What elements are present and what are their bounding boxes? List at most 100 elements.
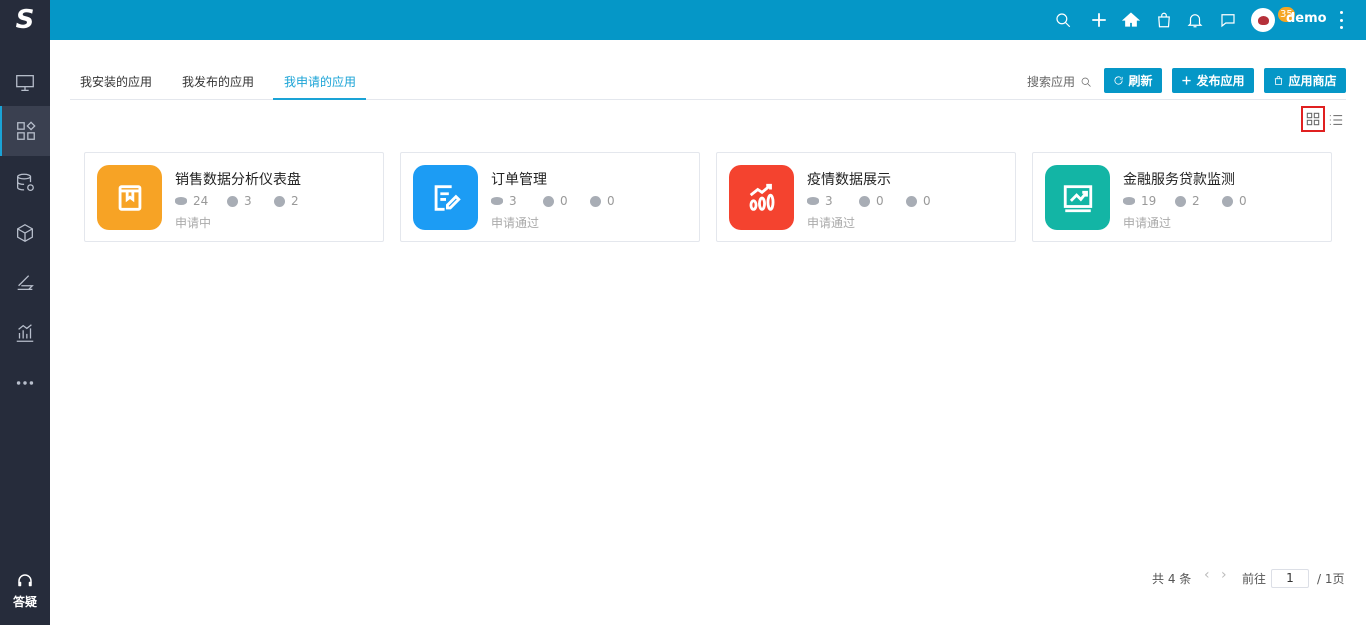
sidebar-item-database[interactable] xyxy=(0,158,50,208)
kebab-dot xyxy=(1339,11,1343,14)
notifications-button[interactable] xyxy=(1185,10,1205,30)
monitor-icon xyxy=(16,75,34,91)
trend-board-icon xyxy=(1063,184,1092,212)
views-stat: 3 xyxy=(807,194,833,208)
app-status: 申请通过 xyxy=(1123,216,1172,230)
app-card[interactable]: 金融服务贷款监测 19 2 0 申请通过 xyxy=(1032,152,1332,242)
username[interactable]: demo xyxy=(1286,11,1327,26)
search-button[interactable] xyxy=(1053,10,1073,30)
download-icon xyxy=(227,195,238,207)
comments-stat: 0 xyxy=(590,194,615,208)
app-status: 申请通过 xyxy=(807,216,856,230)
layers-icon xyxy=(17,275,34,291)
app-card[interactable]: 疫情数据展示 3 0 0 申请通过 xyxy=(716,152,1016,242)
plus-icon xyxy=(1092,13,1106,27)
sidebar-item-more[interactable] xyxy=(0,358,50,408)
views-stat: 3 xyxy=(491,194,517,208)
publish-app-label: 发布应用 xyxy=(1196,74,1245,88)
bar-chart-icon xyxy=(16,324,34,342)
more-icon xyxy=(16,381,34,385)
sidebar-item-layers[interactable] xyxy=(0,258,50,308)
shopping-bag-icon xyxy=(1158,12,1170,28)
eye-icon xyxy=(807,197,819,205)
eye-icon xyxy=(175,197,187,205)
app-title[interactable]: 疫情数据展示 xyxy=(807,169,891,189)
list-view-toggle[interactable] xyxy=(1328,112,1344,128)
app-store-label: 应用商店 xyxy=(1288,74,1337,88)
sidebar-item-chart[interactable] xyxy=(0,308,50,358)
add-button[interactable] xyxy=(1089,10,1109,30)
sidebar: S 答疑 xyxy=(0,0,50,625)
store-button[interactable] xyxy=(1154,10,1174,30)
tab-published-apps[interactable]: 我发布的应用 xyxy=(182,73,254,90)
app-title[interactable]: 金融服务贷款监测 xyxy=(1123,169,1235,189)
kebab-dot xyxy=(1339,18,1343,22)
download-icon xyxy=(1175,195,1186,207)
more-menu-button[interactable] xyxy=(1338,11,1344,29)
avatar[interactable] xyxy=(1251,8,1275,32)
grid-icon xyxy=(1306,112,1320,126)
home-button[interactable] xyxy=(1121,10,1141,30)
refresh-button[interactable]: 刷新 xyxy=(1104,68,1162,93)
book-icon xyxy=(118,184,141,211)
download-icon xyxy=(859,195,870,207)
avatar-image xyxy=(1257,15,1269,25)
total-pages: / 1页 xyxy=(1317,572,1345,586)
download-icon xyxy=(543,195,554,207)
views-stat: 24 xyxy=(175,194,208,208)
comments-stat: 0 xyxy=(1222,194,1247,208)
comment-icon xyxy=(590,195,601,207)
eye-icon xyxy=(1123,197,1135,205)
prev-page-button[interactable]: ‹ xyxy=(1204,567,1210,583)
app-icon-container xyxy=(1045,165,1110,230)
downloads-stat: 2 xyxy=(1175,194,1200,208)
tab-applied-apps[interactable]: 我申请的应用 xyxy=(284,73,356,90)
help-label: 答疑 xyxy=(12,595,37,609)
next-page-button[interactable]: › xyxy=(1221,567,1227,583)
apps-icon xyxy=(17,121,36,140)
kebab-dot xyxy=(1339,26,1343,29)
list-icon xyxy=(1329,115,1343,125)
app-title[interactable]: 订单管理 xyxy=(491,169,547,189)
top-bar: 35 demo xyxy=(50,0,1366,40)
downloads-stat: 0 xyxy=(859,194,884,208)
downloads-stat: 0 xyxy=(543,194,568,208)
app-status: 申请通过 xyxy=(491,216,540,230)
help-button[interactable]: 答疑 xyxy=(0,566,50,616)
search-apps[interactable]: 搜索应用 xyxy=(1027,73,1092,90)
goto-label: 前往 xyxy=(1242,572,1267,586)
app-icon-container xyxy=(729,165,794,230)
tab-installed-apps[interactable]: 我安装的应用 xyxy=(80,73,152,90)
sidebar-item-cube[interactable] xyxy=(0,208,50,258)
search-icon xyxy=(1081,77,1091,87)
app-store-button[interactable]: 应用商店 xyxy=(1264,68,1346,93)
app-card[interactable]: 订单管理 3 0 0 申请通过 xyxy=(400,152,700,242)
publish-app-button[interactable]: 发布应用 xyxy=(1172,68,1254,93)
active-tab-indicator xyxy=(273,98,366,100)
sidebar-item-apps[interactable] xyxy=(0,106,50,156)
views-stat: 19 xyxy=(1123,194,1156,208)
sidebar-item-monitor[interactable] xyxy=(0,58,50,108)
eye-icon xyxy=(491,197,503,205)
comment-icon xyxy=(906,195,917,207)
app-logo[interactable]: S xyxy=(0,0,50,40)
cube-icon xyxy=(17,224,33,242)
app-icon-container xyxy=(97,165,162,230)
growth-chart-icon xyxy=(749,183,774,211)
database-icon xyxy=(17,173,34,191)
comments-stat: 0 xyxy=(906,194,931,208)
app-card[interactable]: 销售数据分析仪表盘 24 3 2 申请中 xyxy=(84,152,384,242)
shopping-bag-icon xyxy=(1275,76,1283,86)
plus-icon xyxy=(1182,76,1192,85)
grid-view-toggle[interactable] xyxy=(1301,106,1325,132)
home-icon xyxy=(1122,12,1140,27)
messages-button[interactable] xyxy=(1218,10,1238,30)
refresh-icon xyxy=(1114,76,1124,85)
search-apps-label: 搜索应用 xyxy=(1027,75,1076,89)
app-title[interactable]: 销售数据分析仪表盘 xyxy=(175,169,301,189)
refresh-label: 刷新 xyxy=(1128,74,1153,88)
edit-note-icon xyxy=(434,184,461,211)
page-number-input[interactable]: 1 xyxy=(1271,569,1309,588)
chat-icon xyxy=(1221,14,1235,28)
headset-icon xyxy=(18,574,32,587)
